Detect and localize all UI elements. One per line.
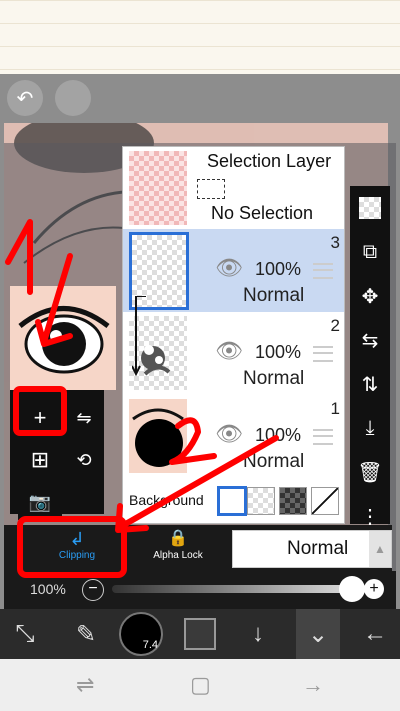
paper-top xyxy=(0,0,400,74)
trash-icon[interactable]: 🗑 xyxy=(350,450,390,494)
selection-layer-thumb xyxy=(129,151,187,225)
drag-handle-icon[interactable] xyxy=(313,429,333,445)
camera-icon[interactable]: 📷 xyxy=(18,484,62,520)
eye-icon[interactable]: 👁 xyxy=(215,338,243,364)
layer-row-3[interactable]: 3 👁 100% Normal xyxy=(123,229,344,313)
alpha-lock-button[interactable]: 🔒 Alpha Lock xyxy=(130,528,226,570)
bg-none-swatch[interactable] xyxy=(311,487,339,515)
eye-icon[interactable]: 👁 xyxy=(215,255,243,281)
add-copy-icon[interactable]: ⊞ xyxy=(18,440,62,480)
merge-down-icon[interactable]: ⤓ xyxy=(350,406,390,450)
recent-apps-icon[interactable]: ⇌ xyxy=(76,672,94,698)
eye-icon[interactable]: 👁 xyxy=(215,421,243,447)
rotate-icon[interactable]: ⟲ xyxy=(62,440,106,480)
drag-handle-icon[interactable] xyxy=(313,263,333,279)
layer-row-2[interactable]: 2 👁 100% Normal xyxy=(123,312,344,396)
flip-icon[interactable]: ⇋ xyxy=(62,398,106,438)
flip-vertical-icon[interactable]: ⇅ xyxy=(350,362,390,406)
clipping-button[interactable]: ↲ Clipping xyxy=(30,528,124,570)
selection-layer-title: Selection Layer xyxy=(207,151,332,171)
background-row[interactable]: Background xyxy=(123,478,344,523)
bg-dark-swatch[interactable] xyxy=(279,487,307,515)
blend-mode-select[interactable]: Normal ▲ xyxy=(232,530,392,568)
add-layer-icon[interactable]: + xyxy=(18,398,62,438)
brush-icon[interactable]: ✎ xyxy=(58,609,114,659)
bg-white-swatch[interactable] xyxy=(217,486,247,516)
flip-horizontal-icon[interactable]: ⇆ xyxy=(350,318,390,362)
layer-opacity: 100% xyxy=(255,425,302,445)
layer-number: 3 xyxy=(330,233,340,252)
download-icon[interactable]: ↓ xyxy=(236,609,280,659)
clipping-label: Clipping xyxy=(58,550,96,561)
brush-size-value: 7.4 xyxy=(142,639,158,651)
opacity-value: 100% xyxy=(30,581,66,597)
checker-icon[interactable] xyxy=(350,186,390,230)
home-icon[interactable]: ▢ xyxy=(190,672,211,698)
bg-transparent-swatch[interactable] xyxy=(247,487,275,515)
move-icon[interactable]: ✥ xyxy=(350,274,390,318)
clipping-icon: ↲ xyxy=(69,529,85,549)
redo-icon[interactable] xyxy=(55,80,91,116)
layer-blend-mode: Normal xyxy=(243,368,305,389)
transform-icon[interactable]: ⤡ xyxy=(0,609,50,659)
blend-mode-value: Normal xyxy=(287,538,349,559)
alpha-lock-icon: 🔒 xyxy=(168,530,188,547)
layer-blend-mode: Normal xyxy=(243,451,305,472)
layers-icon[interactable]: ⌄ xyxy=(296,609,340,659)
layer-number: 1 xyxy=(330,399,340,418)
background-label: Background xyxy=(129,492,204,508)
opacity-minus-button[interactable]: − xyxy=(82,579,104,601)
right-toolbar: ⧉ ✥ ⇆ ⇅ ⤓ 🗑 ⋮ xyxy=(350,186,390,528)
opacity-slider-track[interactable] xyxy=(112,585,352,593)
canvas-preview xyxy=(10,286,116,390)
selection-icon xyxy=(197,179,225,199)
selection-layer-row[interactable]: Selection Layer No Selection xyxy=(123,147,344,230)
selection-status: No Selection xyxy=(211,203,314,223)
alpha-lock-label: Alpha Lock xyxy=(153,550,203,561)
drag-handle-icon[interactable] xyxy=(313,346,333,362)
opacity-slider-knob[interactable] xyxy=(339,576,365,602)
layer-opacity: 100% xyxy=(255,342,302,362)
layer-convert-icon[interactable]: ⧉ xyxy=(350,230,390,274)
brush-size-icon[interactable]: 7.4 xyxy=(118,609,164,659)
layer-number: 2 xyxy=(330,316,340,335)
layer-blend-mode: Normal xyxy=(243,285,305,306)
undo-icon[interactable]: ↶ xyxy=(7,80,43,116)
layer-row-1[interactable]: 1 👁 100% Normal xyxy=(123,395,344,479)
layer-list: Selection Layer No Selection 3 👁 100% No… xyxy=(122,146,345,524)
layer-opacity: 100% xyxy=(255,259,302,279)
back-nav-icon[interactable]: → xyxy=(302,672,324,698)
color-icon[interactable] xyxy=(178,609,222,659)
opacity-bar: 100% − + xyxy=(4,571,396,609)
back-icon[interactable]: ← xyxy=(350,609,400,659)
dropdown-arrow-icon: ▲ xyxy=(369,531,391,567)
opacity-plus-button[interactable]: + xyxy=(364,579,384,599)
layer-1-thumb xyxy=(129,399,187,473)
